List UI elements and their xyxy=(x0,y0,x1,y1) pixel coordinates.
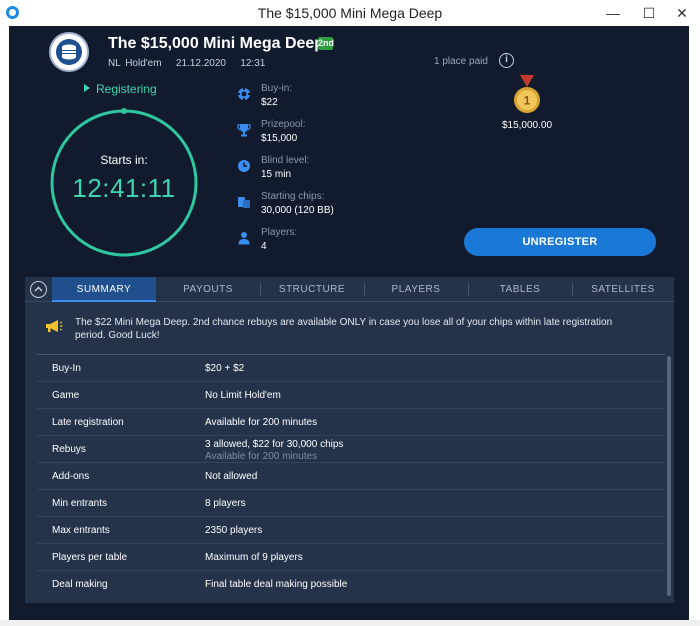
second-chance-badge: 2nd xyxy=(318,37,335,50)
megaphone-icon xyxy=(46,320,63,332)
rebuy-detail: 3 allowed, $22 for 30,000 chips xyxy=(205,439,344,450)
unregister-button[interactable]: UNREGISTER xyxy=(464,228,656,256)
minimize-icon[interactable]: — xyxy=(594,0,632,26)
info-icon[interactable]: i xyxy=(499,53,514,68)
table-row: Add-ons Not allowed xyxy=(37,463,665,490)
rebuy-availability: Available for 200 minutes xyxy=(205,451,318,462)
window-titlebar: The $15,000 Mini Mega Deep — ☐ ✕ xyxy=(0,0,700,26)
table-row: Buy-In $20 + $2 xyxy=(37,355,665,382)
row-key: Late registration xyxy=(52,417,124,428)
tournament-lobby: The $15,000 Mini Mega Deep 2nd NL Hold'e… xyxy=(9,26,689,620)
table-row: Deal making Final table deal making poss… xyxy=(37,571,665,598)
info-label: Prizepool: xyxy=(261,119,306,130)
play-icon xyxy=(84,84,90,92)
info-label: Starting chips: xyxy=(261,191,325,202)
row-value: Final table deal making possible xyxy=(205,579,348,590)
table-row: Min entrants 8 players xyxy=(37,490,665,517)
table-row: Rebuys 3 allowed, $22 for 30,000 chips A… xyxy=(37,436,665,463)
chevron-up-icon xyxy=(34,286,43,292)
game-type: NL Hold'em xyxy=(108,58,162,69)
tab-players[interactable]: PLAYERS xyxy=(364,277,468,302)
tab-structure[interactable]: STRUCTURE xyxy=(260,277,364,302)
gold-medal-icon: 1 xyxy=(514,75,540,113)
row-key: Add-ons xyxy=(52,471,90,482)
row-key: Buy-In xyxy=(52,363,81,374)
row-key: Max entrants xyxy=(52,525,110,536)
table-row: Late registration Available for 200 minu… xyxy=(37,409,665,436)
row-key: Players per table xyxy=(52,552,128,563)
tournament-subtitle: NL Hold'em 21.12.2020 12:31 xyxy=(108,58,265,69)
row-value: No Limit Hold'em xyxy=(205,390,281,401)
info-label: Players: xyxy=(261,227,298,238)
summary-table: Buy-In $20 + $2 Game No Limit Hold'em La… xyxy=(37,355,665,598)
tournament-logo xyxy=(49,32,89,72)
chips-stack-icon xyxy=(238,197,250,208)
close-icon[interactable]: ✕ xyxy=(663,0,700,26)
row-key: Min entrants xyxy=(52,498,108,509)
row-key: Game xyxy=(52,390,80,401)
row-key: Rebuys xyxy=(52,444,86,455)
info-value: 4 xyxy=(261,241,267,252)
table-row: Max entrants 2350 players xyxy=(37,517,665,544)
status-label: Registering xyxy=(96,82,157,96)
info-label: Blind level: xyxy=(261,155,310,166)
starts-in-label: Starts in: xyxy=(100,153,148,167)
details-panel: SUMMARY PAYOUTS STRUCTURE PLAYERS TABLES… xyxy=(25,277,674,603)
table-row: Game No Limit Hold'em xyxy=(37,382,665,409)
player-icon xyxy=(238,232,250,245)
tournament-notice: The $22 Mini Mega Deep. 2nd chance rebuy… xyxy=(25,303,674,355)
row-value: 2350 players xyxy=(205,525,263,536)
tab-satellites[interactable]: SATELLITES xyxy=(572,277,674,302)
row-key: Deal making xyxy=(52,579,108,590)
tab-summary[interactable]: SUMMARY xyxy=(52,277,156,302)
chips-logo-icon xyxy=(62,44,76,60)
info-value: 30,000 (120 BB) xyxy=(261,205,334,216)
tab-tables[interactable]: TABLES xyxy=(468,277,572,302)
info-value: 15 min xyxy=(261,169,292,180)
info-value: $22 xyxy=(261,97,278,108)
row-value: $20 + $2 xyxy=(205,363,245,374)
start-time: 12:31 xyxy=(240,58,266,69)
collapse-button[interactable] xyxy=(30,281,47,298)
scrollbar[interactable] xyxy=(667,356,671,596)
row-value: Not allowed xyxy=(205,471,258,482)
info-label: Buy-in: xyxy=(261,83,293,94)
tournament-title: The $15,000 Mini Mega Deep xyxy=(108,35,325,52)
countdown-timer: 12:41:11 xyxy=(72,173,176,203)
row-value: 8 players xyxy=(205,498,246,509)
poker-chip-icon xyxy=(237,87,251,101)
window-frame-bottom xyxy=(0,620,700,626)
trophy-icon xyxy=(237,124,251,137)
registration-status: Registering xyxy=(84,82,157,96)
tab-bar: SUMMARY PAYOUTS STRUCTURE PLAYERS TABLES… xyxy=(25,277,674,302)
row-value: Available for 200 minutes xyxy=(205,417,318,428)
info-value: $15,000 xyxy=(261,133,298,144)
notice-text: The $22 Mini Mega Deep. 2nd chance rebuy… xyxy=(75,317,613,341)
start-date: 21.12.2020 xyxy=(175,58,226,69)
row-value: Maximum of 9 players xyxy=(205,552,303,563)
first-place-prize: $15,000.00 xyxy=(501,120,553,131)
row-value: 3 allowed, $22 for 30,000 chips Availabl… xyxy=(205,439,343,463)
clock-icon xyxy=(238,160,250,172)
tab-payouts[interactable]: PAYOUTS xyxy=(156,277,260,302)
medal-rank: 1 xyxy=(524,94,531,108)
places-paid: 1 place paid xyxy=(434,56,488,67)
table-row: Players per table Maximum of 9 players xyxy=(37,544,665,571)
